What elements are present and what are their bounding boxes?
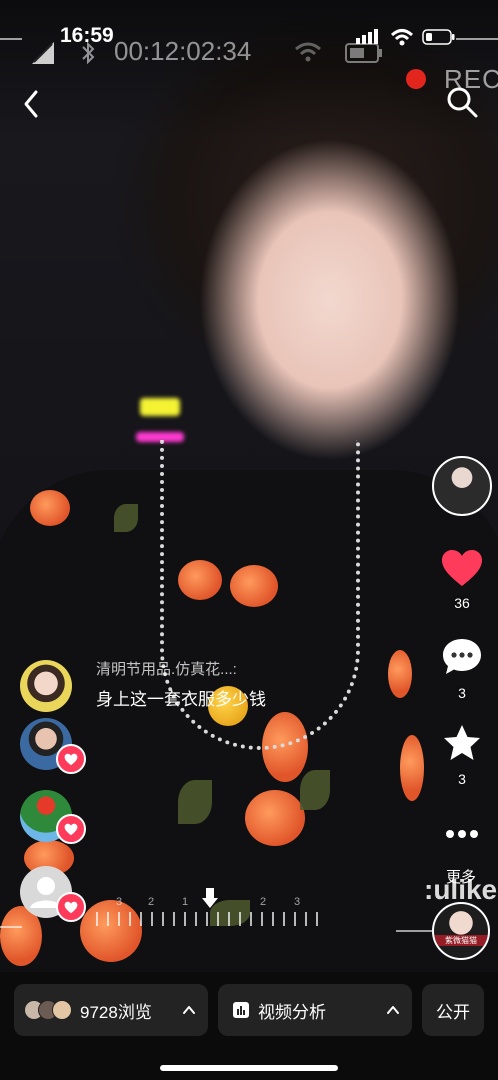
- scrubber-label: 1: [182, 896, 189, 908]
- wifi-icon: [390, 29, 414, 46]
- search-button[interactable]: [444, 84, 480, 120]
- viewer-like-badge[interactable]: [56, 744, 86, 774]
- heart-icon: [442, 550, 482, 586]
- scrubber-label: 2: [148, 896, 155, 908]
- author-avatar[interactable]: [432, 456, 492, 516]
- wifi-faint-icon: [295, 42, 321, 62]
- like-count: 36: [454, 595, 470, 611]
- rec-indicator-icon: [406, 69, 426, 89]
- more-dots-icon: [446, 830, 478, 838]
- viewer-stack: [24, 998, 74, 1022]
- heart-icon: [64, 753, 78, 765]
- music-avatar[interactable]: 紫微猫猫: [432, 902, 490, 960]
- chevron-up-icon: [387, 1006, 399, 1014]
- video-analysis-button[interactable]: 视频分析: [218, 984, 412, 1036]
- like-button[interactable]: 36: [432, 548, 492, 611]
- recording-timer: 00:12:02:34: [114, 36, 252, 66]
- heart-icon: [64, 901, 78, 913]
- battery-icon: [422, 29, 455, 45]
- comment-username: 清明节用品.仿真花...:: [96, 661, 237, 678]
- bottom-bar: 9728浏览 视频分析 公开: [0, 972, 498, 1080]
- viewer-like-badge[interactable]: [56, 892, 86, 922]
- dress-print: [114, 504, 138, 532]
- scrubber-label: 2: [260, 896, 267, 908]
- favorite-button[interactable]: 3: [432, 722, 492, 787]
- comment-text: 身上这一套衣服多少钱: [96, 690, 266, 709]
- home-indicator[interactable]: [160, 1065, 338, 1071]
- scrubber-pointer-icon[interactable]: [200, 886, 220, 910]
- star-icon: [444, 725, 480, 760]
- analytics-icon: [233, 1002, 249, 1018]
- bluetooth-icon: [82, 41, 95, 65]
- status-divider: [0, 38, 22, 40]
- views-button[interactable]: 9728浏览: [14, 984, 208, 1036]
- more-dots-button[interactable]: [432, 826, 492, 847]
- dress-print: [30, 490, 70, 526]
- scrubber-label: 3: [116, 896, 123, 908]
- dress-print: [178, 780, 212, 824]
- views-label: 9728浏览: [80, 1002, 152, 1022]
- scrubber-ticks: [96, 912, 326, 926]
- viewer-mini-avatar: [52, 1000, 72, 1020]
- music-avatar-tag: 紫微猫猫: [434, 935, 488, 946]
- status-divider: [456, 38, 498, 40]
- heart-icon: [64, 823, 78, 835]
- dress-print: [388, 650, 412, 698]
- neon-sign: [140, 398, 180, 416]
- more-label[interactable]: 更多: [446, 866, 476, 887]
- comment-count: 3: [458, 685, 466, 701]
- viewer-like-badge[interactable]: [56, 814, 86, 844]
- back-button[interactable]: [14, 86, 50, 122]
- dress-print: [400, 735, 424, 801]
- comment-bubble[interactable]: 清明节用品.仿真花...: 身上这一套衣服多少钱: [96, 658, 336, 710]
- cell-bars-icon: [356, 29, 378, 44]
- favorite-count: 3: [458, 771, 466, 787]
- dress-print: [245, 790, 305, 846]
- viewer-avatar[interactable]: [20, 660, 72, 712]
- comment-icon: [443, 639, 481, 674]
- visibility-label: 公开: [436, 1002, 470, 1022]
- right-edge-line: [396, 930, 432, 932]
- dress-print: [300, 770, 330, 810]
- comment-button[interactable]: 3: [432, 636, 492, 701]
- signal-icon: [32, 42, 54, 64]
- status-bar: 16:59 00:12:02:34 REC: [0, 0, 498, 94]
- search-icon: [447, 87, 478, 118]
- timeline-scrubber[interactable]: 3 2 1 2 3: [96, 888, 326, 930]
- chevron-left-icon: [24, 90, 38, 118]
- chevron-up-icon: [183, 1006, 195, 1014]
- left-edge-line: [0, 926, 22, 928]
- video-analysis-label: 视频分析: [258, 1002, 326, 1022]
- scrubber-label: 3: [294, 896, 301, 908]
- visibility-button[interactable]: 公开: [422, 984, 484, 1036]
